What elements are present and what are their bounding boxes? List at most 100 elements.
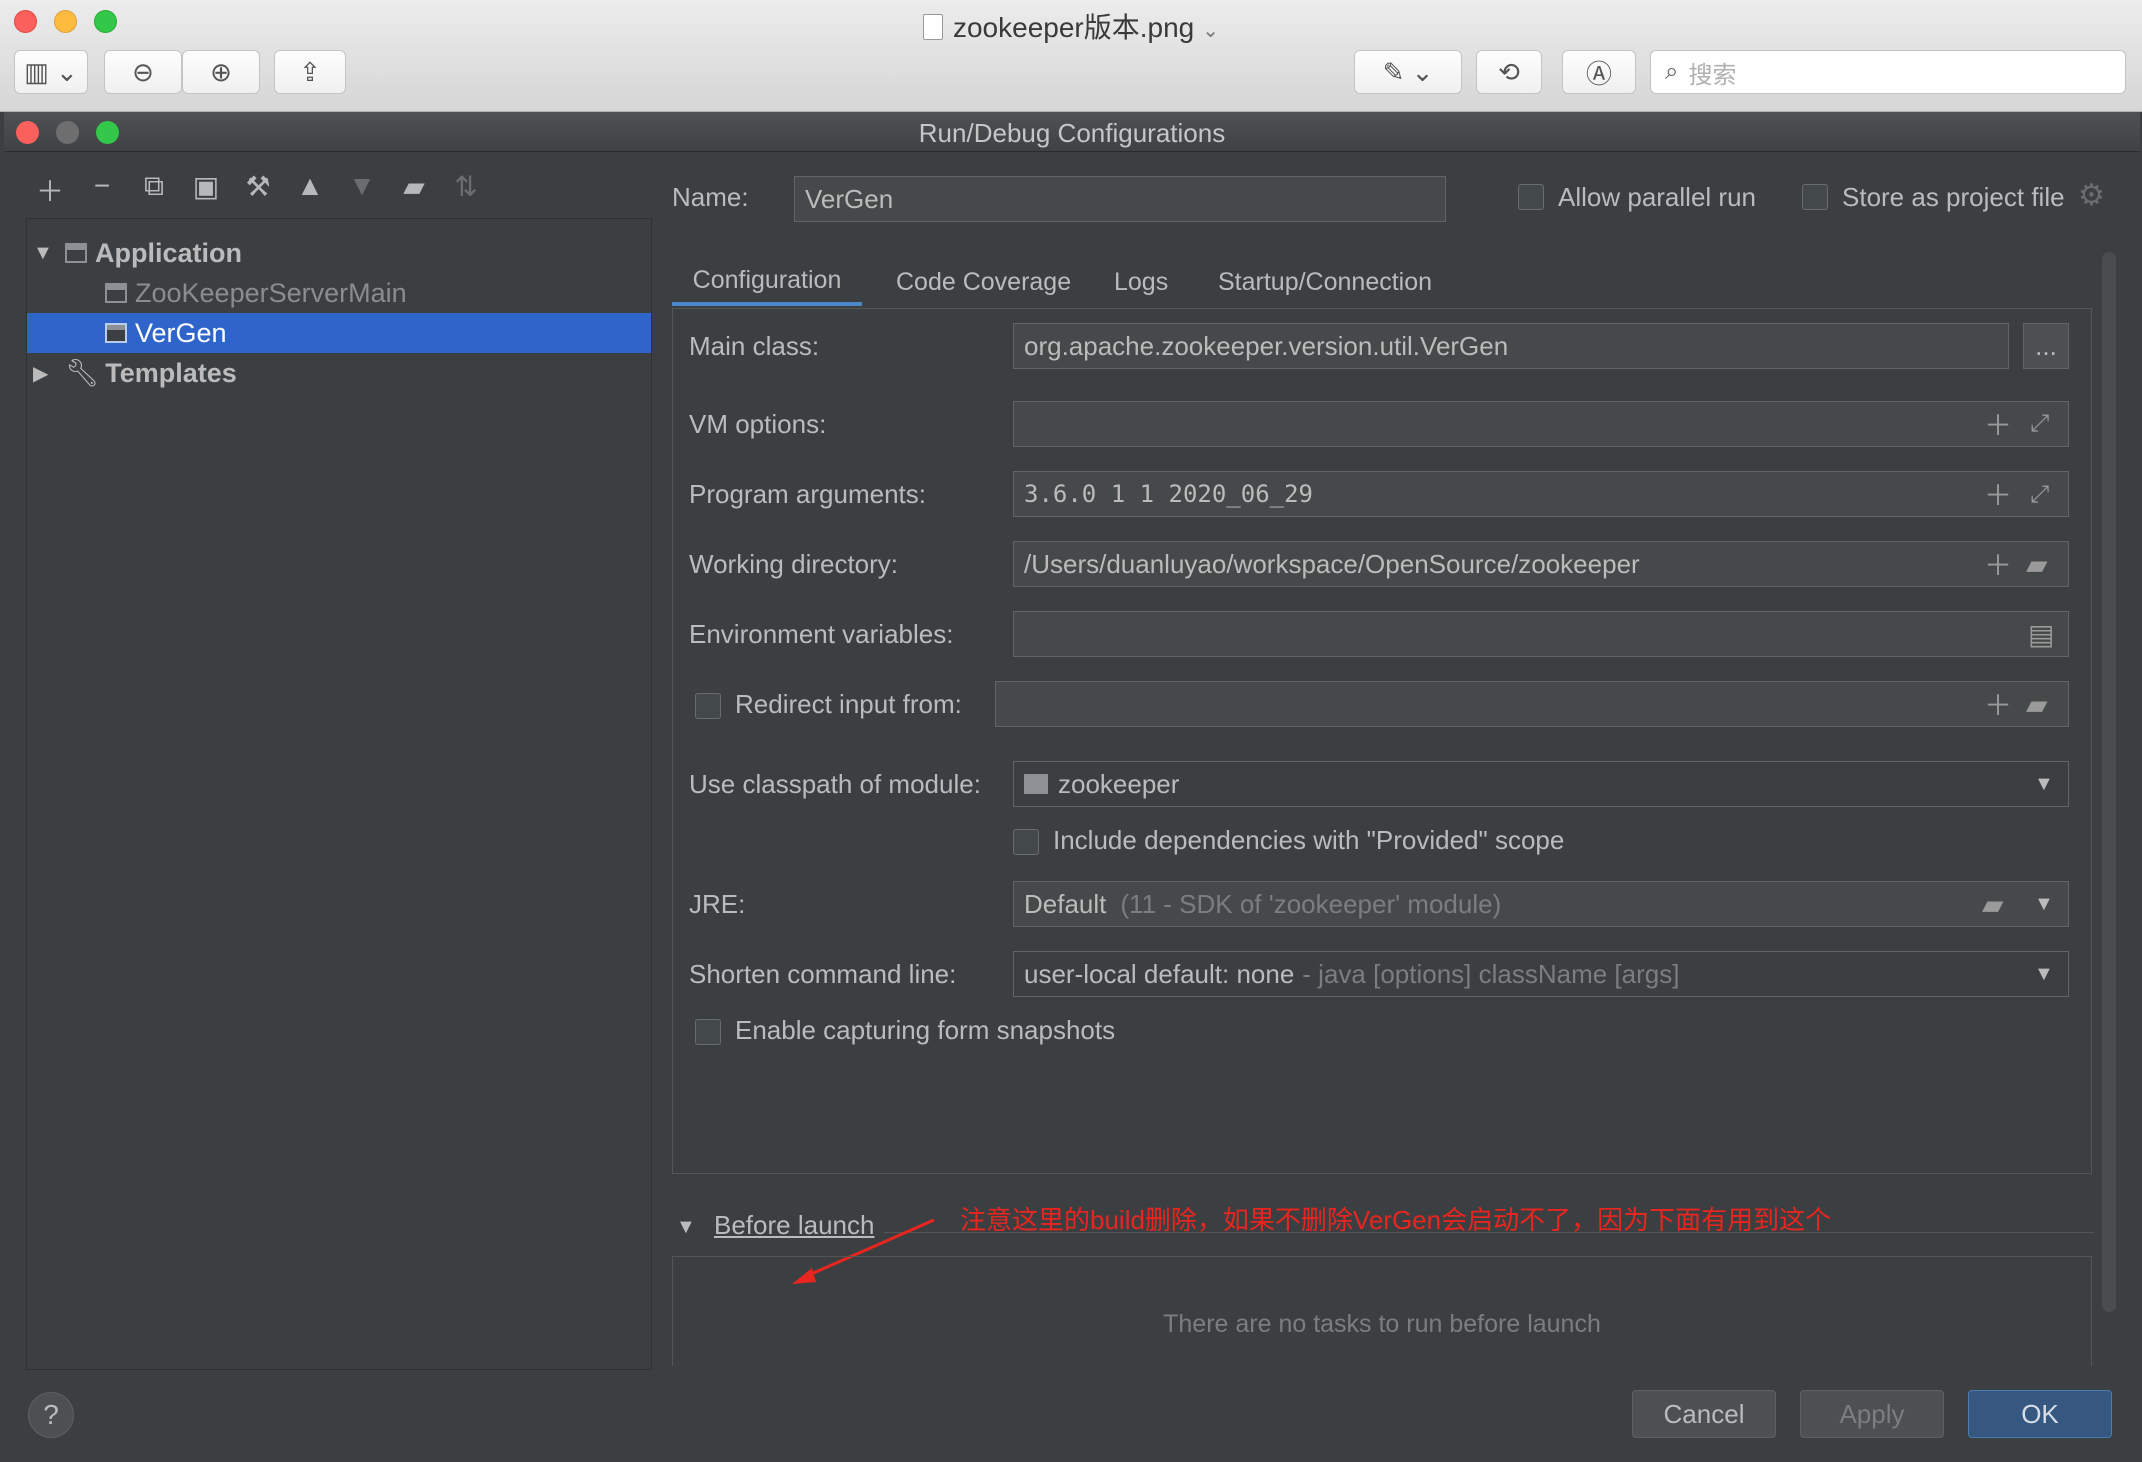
- markup-button[interactable]: ✎ ⌄: [1354, 50, 1462, 94]
- remove-icon[interactable]: −: [82, 170, 122, 202]
- application-icon: [105, 323, 127, 343]
- chevron-down-icon: ▼: [2034, 962, 2054, 985]
- new-folder-icon[interactable]: ▰: [394, 170, 434, 203]
- wrench-icon: 🔧︎: [65, 358, 100, 388]
- expand-icon[interactable]: ⤢: [2030, 472, 2049, 516]
- add-icon[interactable]: ＋: [1984, 472, 2012, 516]
- document-icon: [922, 14, 943, 40]
- tree-label-templates: Templates: [105, 357, 237, 388]
- tree-item-application[interactable]: ▼ Application: [27, 233, 651, 273]
- classpath-value: zookeeper: [1058, 768, 1180, 799]
- env-vars-input[interactable]: ▤: [1013, 611, 2069, 657]
- redirect-checkbox[interactable]: [695, 693, 721, 719]
- zoom-out-button[interactable]: ⊖: [104, 50, 182, 94]
- gear-icon[interactable]: ⚙: [2078, 178, 2105, 213]
- move-down-icon[interactable]: ▼: [342, 170, 382, 202]
- preview-search-field[interactable]: ⌕ 搜索: [1650, 50, 2126, 94]
- classpath-label: Use classpath of module:: [689, 769, 981, 799]
- application-icon: [105, 283, 127, 303]
- configuration-panel: Main class: org.apache.zookeeper.version…: [672, 308, 2092, 1174]
- dialog-title: Run/Debug Configurations: [918, 118, 1226, 148]
- collapse-icon[interactable]: ▼: [676, 1216, 696, 1239]
- help-button[interactable]: ?: [28, 1392, 74, 1438]
- add-icon[interactable]: ＋: [30, 170, 70, 210]
- working-dir-value: /Users/duanluyao/workspace/OpenSource/zo…: [1024, 548, 1640, 579]
- preview-filename: zookeeper版本.png: [952, 12, 1195, 43]
- tree-label-zookeeperservermain: ZooKeeperServerMain: [135, 277, 407, 308]
- name-label: Name:: [672, 182, 749, 212]
- zoom-out-icon: ⊖: [132, 56, 154, 87]
- redirect-input[interactable]: ＋ ▰: [995, 681, 2069, 727]
- sort-icon[interactable]: ⇅: [446, 170, 486, 203]
- jre-label: JRE:: [689, 889, 746, 919]
- annotate-icon: Ⓐ: [1585, 58, 1612, 89]
- no-tasks-text: There are no tasks to run before launch: [1163, 1310, 1601, 1338]
- include-deps-label: Include dependencies with "Provided" sco…: [1053, 825, 1565, 855]
- shorten-label: Shorten command line:: [689, 959, 957, 989]
- shorten-value: user-local default: none: [1024, 958, 1295, 989]
- expand-icon: ▼: [33, 241, 53, 264]
- expand-icon[interactable]: ⤢: [2030, 402, 2049, 446]
- folder-icon[interactable]: ▰: [2026, 682, 2048, 726]
- share-icon: ⇪: [299, 56, 321, 87]
- tree-label-vergen: VerGen: [135, 317, 227, 348]
- move-up-icon[interactable]: ▲: [290, 170, 330, 202]
- search-placeholder: 搜索: [1688, 61, 1737, 89]
- save-icon[interactable]: ▣: [186, 170, 226, 203]
- run-debug-dialog: Run/Debug Configurations ＋ − ⧉ ▣ ⚒ ▲ ▼ ▰…: [4, 112, 2140, 1462]
- program-args-value: 3.6.0 1 1 2020_06_29: [1024, 480, 1313, 508]
- annotation-text: 注意这里的build删除，如果不删除VerGen会启动不了，因为下面有用到这个: [960, 1205, 1832, 1235]
- preview-title[interactable]: zookeeper版本.png ⌄: [0, 6, 2142, 46]
- folder-icon[interactable]: ▰: [2026, 542, 2048, 586]
- folder-icon[interactable]: ▰: [1982, 882, 2004, 926]
- tree-item-templates[interactable]: ▶ 🔧︎ Templates: [27, 353, 651, 393]
- allow-parallel-checkbox[interactable]: [1518, 184, 1544, 210]
- jre-select[interactable]: Default (11 - SDK of 'zookeeper' module)…: [1013, 881, 2069, 927]
- chevron-down-icon: ⌄: [1202, 20, 1220, 42]
- shorten-select[interactable]: user-local default: none - java [options…: [1013, 951, 2069, 997]
- jre-value: Default: [1024, 888, 1107, 919]
- add-icon[interactable]: ＋: [1984, 402, 2012, 446]
- tab-startup-connection[interactable]: Startup/Connection: [1218, 258, 1432, 306]
- list-icon[interactable]: ▤: [2028, 612, 2054, 656]
- zoom-in-icon: ⊕: [210, 56, 232, 87]
- browse-main-class-button[interactable]: ...: [2023, 323, 2069, 369]
- working-dir-input[interactable]: /Users/duanluyao/workspace/OpenSource/zo…: [1013, 541, 2069, 587]
- add-icon[interactable]: ＋: [1984, 682, 2012, 726]
- include-deps-checkbox[interactable]: [1013, 829, 1039, 855]
- apply-button[interactable]: Apply: [1800, 1390, 1944, 1438]
- wrench-icon[interactable]: ⚒: [238, 170, 278, 203]
- scrollbar[interactable]: [2102, 252, 2116, 1312]
- sidebar-icon: ▥ ⌄: [24, 56, 78, 87]
- tree-item-vergen[interactable]: VerGen: [27, 313, 651, 353]
- program-args-label: Program arguments:: [689, 479, 926, 509]
- collapse-icon: ▶: [33, 362, 49, 385]
- jre-hint: (11 - SDK of 'zookeeper' module): [1120, 888, 1502, 919]
- ok-button[interactable]: OK: [1968, 1390, 2112, 1438]
- vm-options-input[interactable]: ＋ ⤢: [1013, 401, 2069, 447]
- main-class-input[interactable]: org.apache.zookeeper.version.util.VerGen: [1013, 323, 2009, 369]
- zoom-in-button[interactable]: ⊕: [182, 50, 260, 94]
- rotate-icon: ⟲: [1498, 56, 1520, 87]
- rotate-button[interactable]: ⟲: [1476, 50, 1542, 94]
- add-icon[interactable]: ＋: [1984, 542, 2012, 586]
- store-project-label: Store as project file: [1842, 182, 2065, 212]
- cancel-button[interactable]: Cancel: [1632, 1390, 1776, 1438]
- working-dir-label: Working directory:: [689, 549, 899, 579]
- annotate-button[interactable]: Ⓐ: [1562, 50, 1636, 94]
- application-icon: [65, 243, 87, 263]
- tab-logs[interactable]: Logs: [1114, 258, 1168, 306]
- tree-item-zookeeperservermain[interactable]: ZooKeeperServerMain: [27, 273, 651, 313]
- chevron-down-icon[interactable]: ▼: [2034, 882, 2054, 926]
- sidebar-toggle-button[interactable]: ▥ ⌄: [14, 50, 88, 94]
- snapshots-checkbox[interactable]: [695, 1019, 721, 1045]
- program-args-input[interactable]: 3.6.0 1 1 2020_06_29 ＋ ⤢: [1013, 471, 2069, 517]
- tab-configuration[interactable]: Configuration: [672, 258, 862, 306]
- share-button[interactable]: ⇪: [274, 50, 346, 94]
- tab-code-coverage[interactable]: Code Coverage: [896, 258, 1071, 306]
- main-class-label: Main class:: [689, 331, 820, 361]
- classpath-select[interactable]: zookeeper ▼: [1013, 761, 2069, 807]
- name-input[interactable]: VerGen: [794, 176, 1446, 222]
- store-project-checkbox[interactable]: [1802, 184, 1828, 210]
- copy-icon[interactable]: ⧉: [134, 170, 174, 203]
